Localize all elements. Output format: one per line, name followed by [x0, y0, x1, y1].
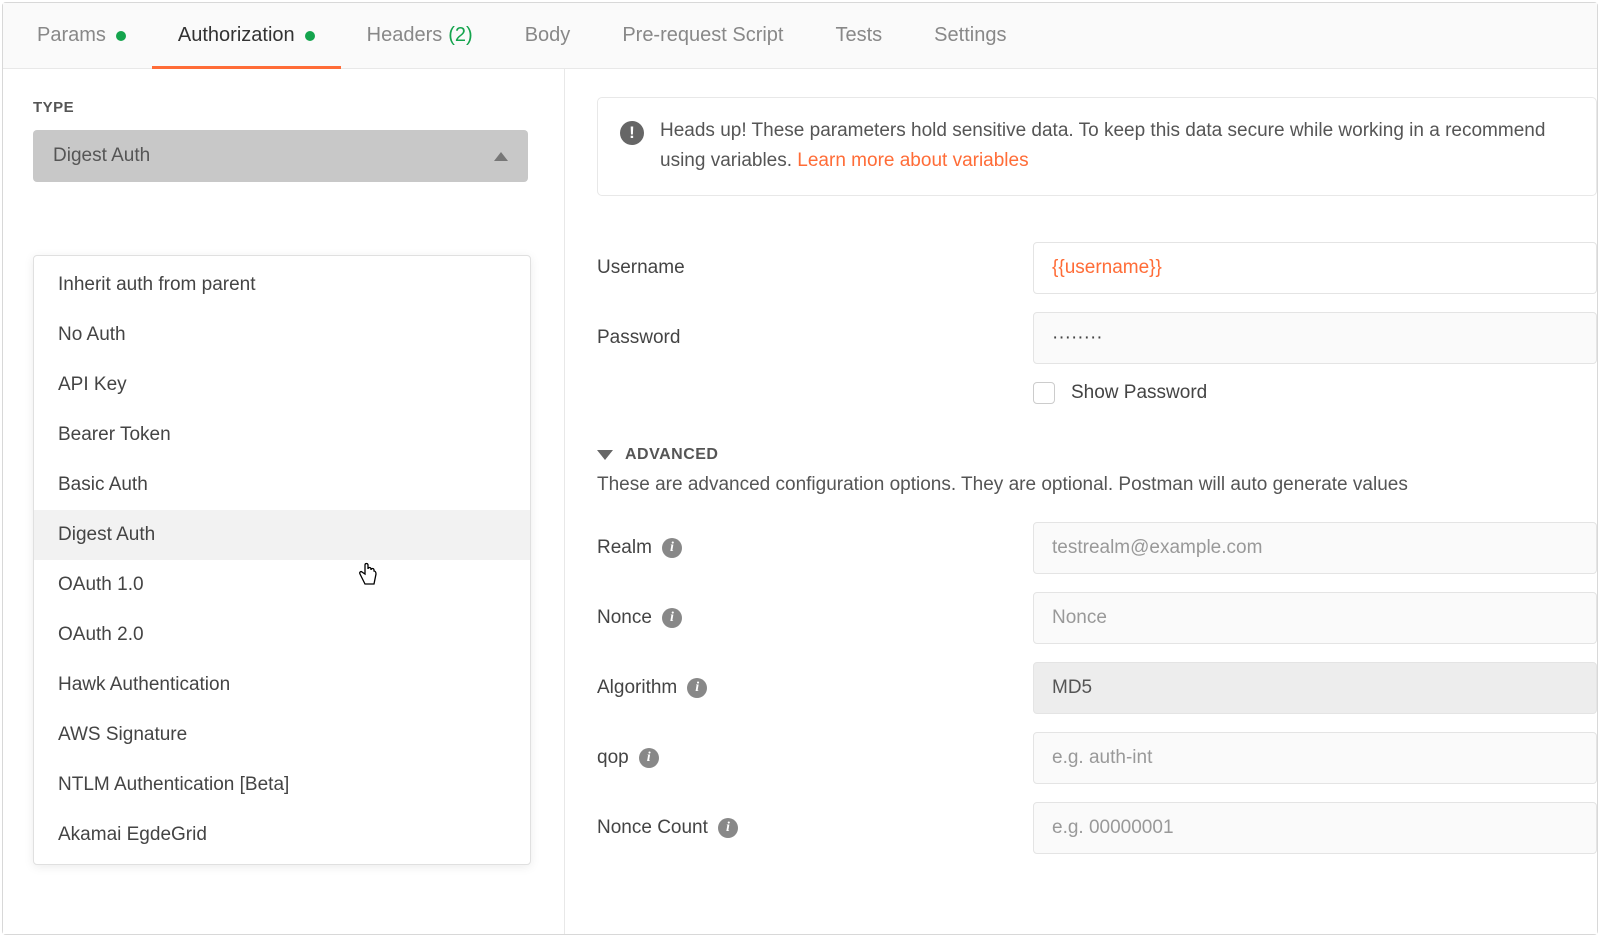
request-tabs: Params Authorization Headers (2) Body Pr…	[3, 3, 1597, 69]
alert-icon: !	[620, 118, 644, 148]
caret-down-icon	[597, 450, 613, 460]
banner-text: Heads up! These parameters hold sensitiv…	[660, 116, 1574, 177]
tab-tests[interactable]: Tests	[809, 3, 908, 68]
nonce-count-label: Nonce Count	[597, 817, 708, 839]
qop-input[interactable]	[1033, 732, 1597, 784]
status-dot-icon	[116, 31, 126, 41]
realm-label: Realm	[597, 537, 652, 559]
auth-type-selected-label: Digest Auth	[53, 145, 150, 167]
info-icon[interactable]: i	[662, 608, 682, 628]
tab-settings-label: Settings	[934, 24, 1006, 47]
tab-prerequest[interactable]: Pre-request Script	[596, 3, 809, 68]
algorithm-label: Algorithm	[597, 677, 677, 699]
auth-form-panel: ! Heads up! These parameters hold sensit…	[565, 69, 1597, 934]
nonce-count-input[interactable]	[1033, 802, 1597, 854]
password-input[interactable]	[1033, 312, 1597, 364]
info-icon[interactable]: i	[687, 678, 707, 698]
advanced-description: These are advanced configuration options…	[597, 474, 1597, 496]
password-label: Password	[597, 327, 1033, 349]
auth-option-ntlm[interactable]: NTLM Authentication [Beta]	[34, 760, 530, 810]
auth-type-dropdown: Inherit auth from parent No Auth API Key…	[33, 255, 531, 865]
realm-input[interactable]	[1033, 522, 1597, 574]
tab-headers[interactable]: Headers (2)	[341, 3, 499, 68]
info-icon[interactable]: i	[718, 818, 738, 838]
username-input[interactable]	[1033, 242, 1597, 294]
tab-params[interactable]: Params	[11, 3, 152, 68]
banner-message: Heads up! These parameters hold sensitiv…	[660, 120, 1545, 171]
auth-option-bearer[interactable]: Bearer Token	[34, 410, 530, 460]
auth-type-select[interactable]: Digest Auth	[33, 130, 528, 182]
tab-params-label: Params	[37, 24, 106, 47]
status-dot-icon	[305, 31, 315, 41]
tab-body[interactable]: Body	[499, 3, 597, 68]
tab-prerequest-label: Pre-request Script	[622, 24, 783, 47]
info-banner: ! Heads up! These parameters hold sensit…	[597, 97, 1597, 196]
tab-tests-label: Tests	[835, 24, 882, 47]
auth-type-panel: TYPE Digest Auth Inherit auth from paren…	[3, 69, 565, 934]
auth-option-oauth1[interactable]: OAuth 1.0	[34, 560, 530, 610]
auth-option-aws[interactable]: AWS Signature	[34, 710, 530, 760]
username-label: Username	[597, 257, 1033, 279]
algorithm-select[interactable]	[1033, 662, 1597, 714]
advanced-title: ADVANCED	[625, 446, 718, 464]
tab-settings[interactable]: Settings	[908, 3, 1032, 68]
auth-option-basic[interactable]: Basic Auth	[34, 460, 530, 510]
caret-up-icon	[494, 152, 508, 161]
nonce-label: Nonce	[597, 607, 652, 629]
qop-label: qop	[597, 747, 629, 769]
show-password-checkbox[interactable]	[1033, 382, 1055, 404]
tab-authorization-label: Authorization	[178, 24, 295, 47]
auth-option-hawk[interactable]: Hawk Authentication	[34, 660, 530, 710]
auth-option-akamai[interactable]: Akamai EgdeGrid	[34, 810, 530, 860]
nonce-input[interactable]	[1033, 592, 1597, 644]
auth-option-inherit[interactable]: Inherit auth from parent	[34, 260, 530, 310]
auth-option-noauth[interactable]: No Auth	[34, 310, 530, 360]
info-icon[interactable]: i	[662, 538, 682, 558]
learn-more-link[interactable]: Learn more about variables	[797, 150, 1028, 171]
advanced-toggle[interactable]: ADVANCED	[597, 446, 1597, 464]
auth-option-digest[interactable]: Digest Auth	[34, 510, 530, 560]
type-heading: TYPE	[33, 99, 528, 116]
auth-option-apikey[interactable]: API Key	[34, 360, 530, 410]
auth-option-oauth2[interactable]: OAuth 2.0	[34, 610, 530, 660]
show-password-label: Show Password	[1071, 382, 1207, 404]
tab-body-label: Body	[525, 24, 571, 47]
tab-headers-count: (2)	[448, 24, 472, 47]
tab-headers-label: Headers	[367, 24, 443, 47]
tab-authorization[interactable]: Authorization	[152, 3, 341, 68]
info-icon[interactable]: i	[639, 748, 659, 768]
